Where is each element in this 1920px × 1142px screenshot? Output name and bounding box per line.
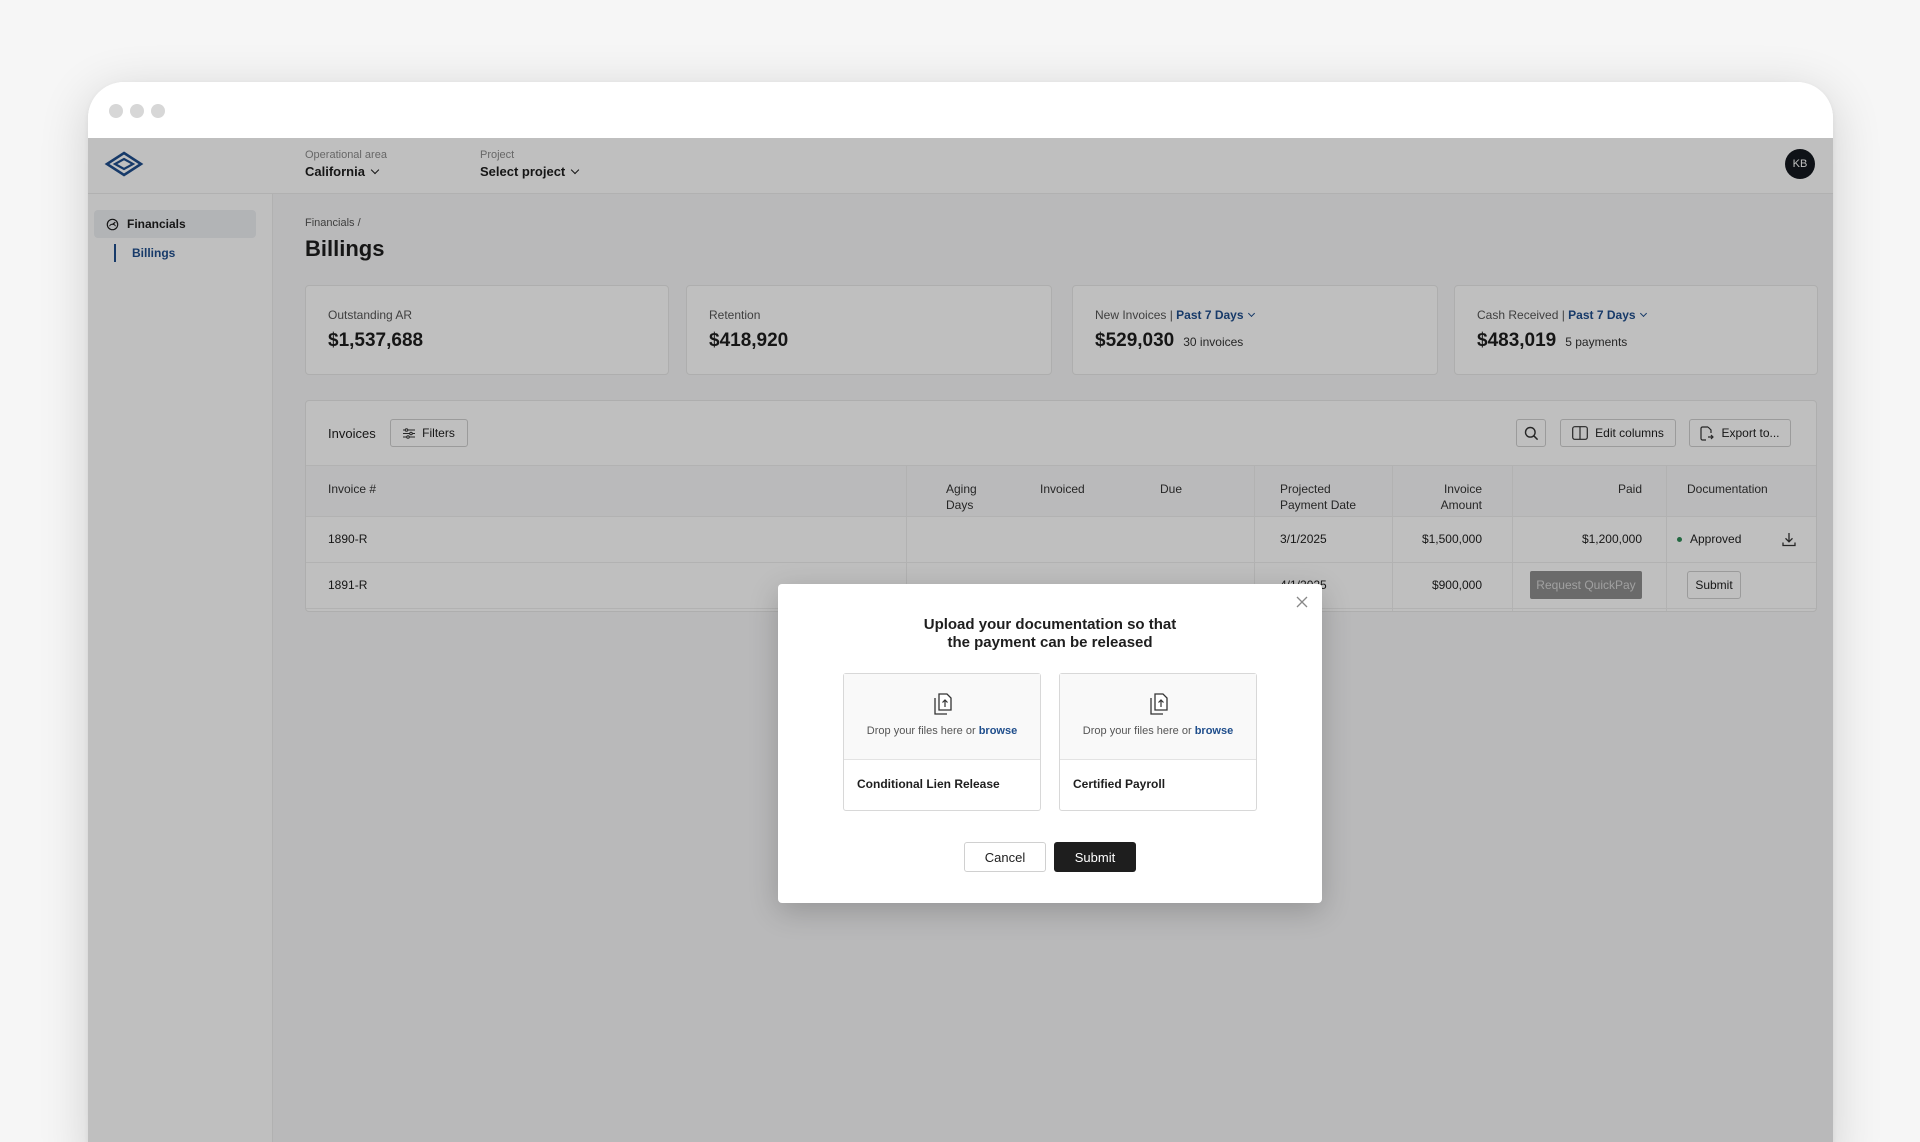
drop-instruction: Drop your files here or: [1082, 725, 1192, 737]
dropzone-document-name: Conditional Lien Release: [857, 777, 1000, 791]
modal-title-line2: the payment can be released: [947, 634, 1153, 651]
dropzone-area[interactable]: Drop your files here or browse: [844, 674, 1040, 760]
drop-instruction: Drop your files here or: [866, 725, 976, 737]
browser-window: Operational area California Project Sele…: [88, 82, 1833, 1142]
window-titlebar: [88, 82, 1833, 138]
dropzone-text: Drop your files here or browse: [844, 725, 1040, 737]
window-minimize-dot[interactable]: [130, 104, 144, 118]
window-maximize-dot[interactable]: [151, 104, 165, 118]
dropzone-certified-payroll[interactable]: Drop your files here or browse Certified…: [1059, 673, 1257, 811]
browse-link[interactable]: browse: [1195, 725, 1234, 737]
dropzone-text: Drop your files here or browse: [1060, 725, 1256, 737]
document-upload-icon: [934, 693, 952, 715]
cancel-button[interactable]: Cancel: [964, 842, 1046, 872]
dropzone-document-name: Certified Payroll: [1073, 777, 1166, 791]
modal-title-line1: Upload your documentation so that: [923, 616, 1177, 633]
window-close-dot[interactable]: [109, 104, 123, 118]
submit-button[interactable]: Submit: [1054, 842, 1136, 872]
upload-documentation-modal: Upload your documentation so that the pa…: [778, 584, 1322, 903]
document-upload-icon: [1150, 693, 1168, 715]
dropzone-conditional-lien-release[interactable]: Drop your files here or browse Condition…: [843, 673, 1041, 811]
dropzone-area[interactable]: Drop your files here or browse: [1060, 674, 1256, 760]
browse-link[interactable]: browse: [979, 725, 1018, 737]
modal-title: Upload your documentation so that the pa…: [778, 616, 1322, 652]
close-icon[interactable]: [1294, 594, 1310, 610]
